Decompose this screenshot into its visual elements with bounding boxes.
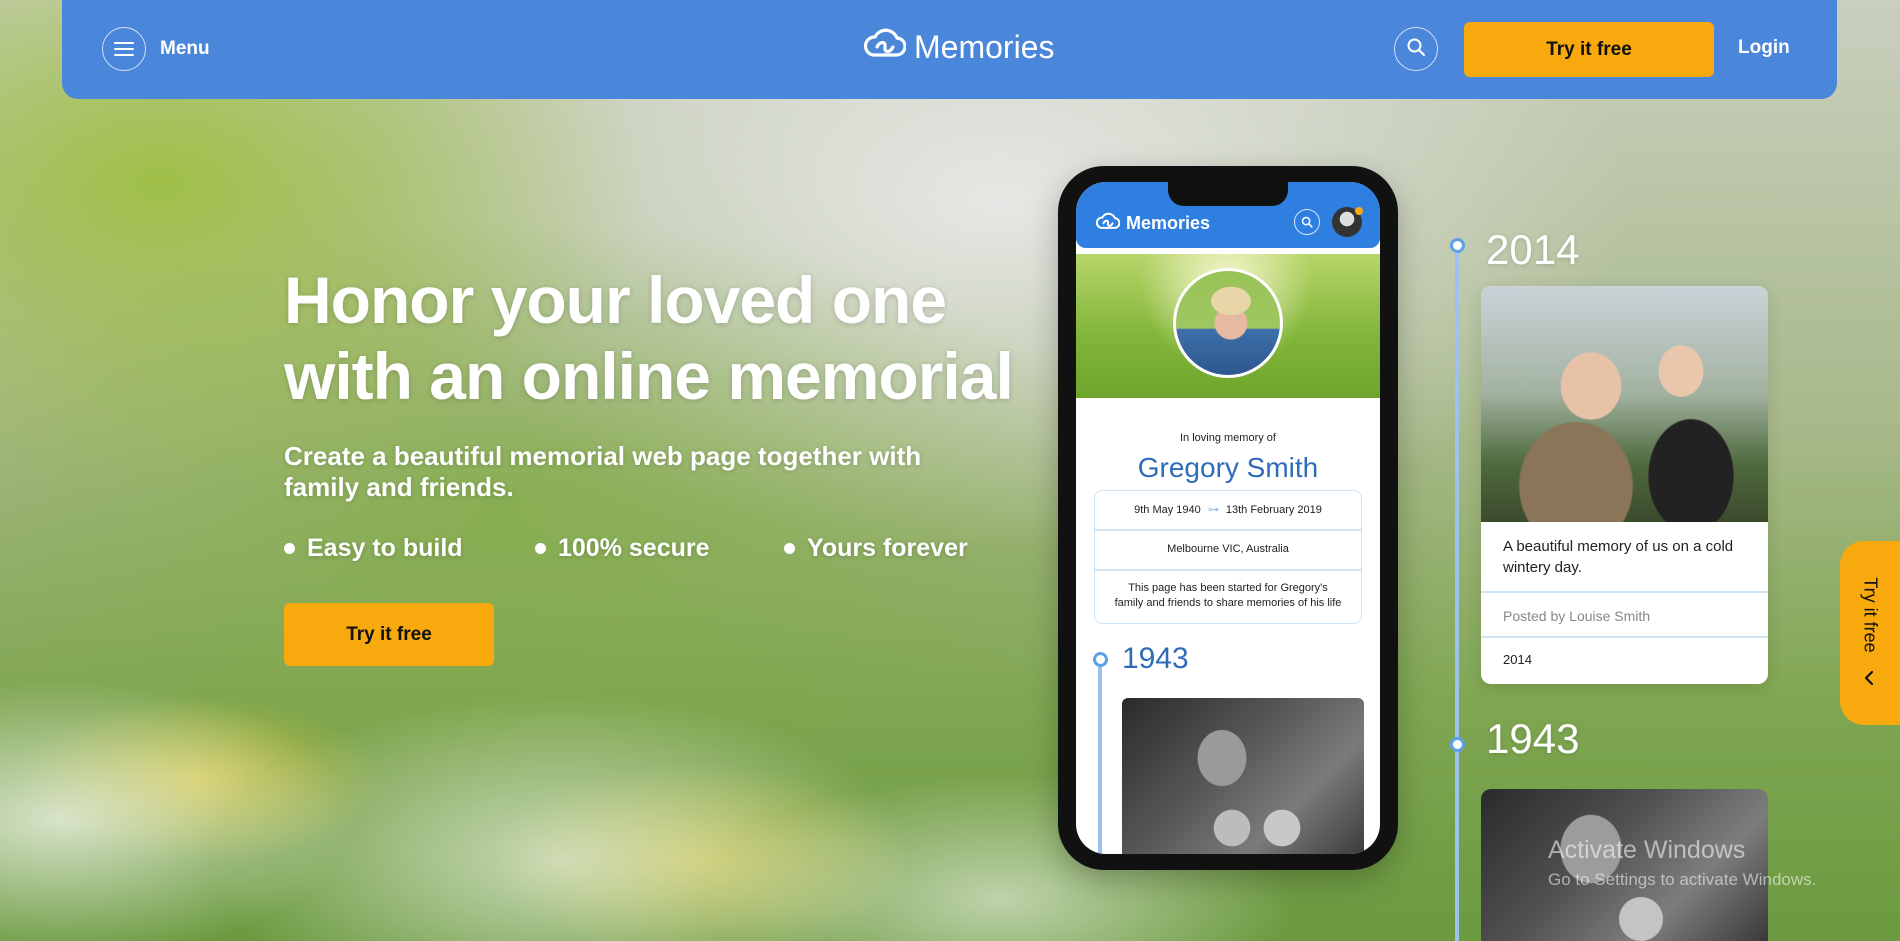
feature-label: Easy to build — [307, 534, 463, 562]
search-button[interactable] — [1394, 27, 1438, 71]
brand-logo[interactable]: Memories — [863, 28, 1055, 66]
phone-timeline-photo — [1122, 698, 1364, 854]
phone-mockup: Memories In loving memory of Gregory Smi… — [1058, 166, 1398, 870]
hero-subheadline: Create a beautiful memorial web page tog… — [284, 441, 922, 502]
in-memory-label: In loving memory of — [1180, 432, 1276, 444]
memory-posted-by: Posted by Louise Smith — [1503, 608, 1651, 624]
cloud-logo-icon — [1095, 212, 1121, 235]
phone-timeline-line — [1098, 660, 1102, 854]
bullet-dot — [284, 543, 295, 554]
divider — [1481, 636, 1768, 638]
timeline-dot — [1450, 238, 1465, 253]
cloud-logo-icon — [863, 28, 907, 66]
bullet-dot — [535, 543, 546, 554]
top-nav: Menu Memories Try it free Login — [62, 0, 1837, 99]
brand-name: Memories — [914, 28, 1055, 65]
hero-headline: Honor your loved one with an online memo… — [284, 262, 1044, 414]
menu-icon — [102, 27, 146, 71]
login-link[interactable]: Login — [1738, 37, 1790, 59]
memory-card[interactable]: A beautiful memory of us on a cold winte… — [1481, 286, 1768, 684]
born-date: 9th May 1940 — [1134, 504, 1201, 516]
headline-line-2: with an online memorial — [284, 339, 1014, 413]
menu-button[interactable]: Menu — [102, 27, 210, 71]
search-icon — [1294, 209, 1320, 235]
memorial-description: This page has been started for Gregory's… — [1114, 582, 1342, 609]
notification-dot — [1355, 207, 1363, 215]
died-date: 13th February 2019 — [1225, 504, 1322, 516]
try-free-hero-button[interactable]: Try it free — [284, 603, 494, 666]
memorial-details-card: 9th May 1940 ⊶ 13th February 2019 Melbou… — [1094, 490, 1362, 624]
memory-caption: A beautiful memory of us on a cold winte… — [1503, 538, 1734, 576]
timeline-year-1943: 1943 — [1486, 715, 1580, 762]
feature-secure: 100% secure — [535, 534, 710, 563]
memorial-name: Gregory Smith — [1137, 452, 1319, 483]
phone-brand-name: Memories — [1126, 213, 1211, 233]
phone-notch — [1168, 182, 1288, 206]
memorial-portrait — [1173, 268, 1283, 378]
divider — [1095, 529, 1361, 531]
headline-line-1: Honor your loved one — [284, 263, 947, 337]
date-separator-icon: ⊶ — [1207, 504, 1219, 516]
phone-screen: Memories In loving memory of Gregory Smi… — [1076, 182, 1380, 854]
timeline-line — [1455, 244, 1459, 941]
location: Melbourne VIC, Australia — [1167, 543, 1289, 555]
try-free-side-tab[interactable]: Try it free — [1840, 541, 1900, 725]
activation-watermark-subtitle: Go to Settings to activate Windows. — [1548, 870, 1817, 889]
phone-timeline-dot — [1093, 652, 1108, 667]
timeline-dot — [1450, 737, 1465, 752]
chevron-left-icon — [1861, 669, 1879, 692]
try-free-header-button[interactable]: Try it free — [1464, 22, 1714, 77]
feature-label: 100% secure — [558, 534, 710, 562]
phone-brand: Memories — [1095, 212, 1211, 235]
search-icon — [1406, 37, 1426, 62]
memory-photo — [1481, 286, 1768, 522]
timeline-year-2014: 2014 — [1486, 226, 1580, 273]
feature-label: Yours forever — [807, 534, 968, 562]
memory-photo-1943[interactable] — [1481, 789, 1768, 941]
feature-easy: Easy to build — [284, 534, 463, 563]
side-tab-label: Try it free — [1860, 577, 1881, 653]
divider — [1481, 591, 1768, 593]
memory-year-tag: 2014 — [1503, 652, 1532, 667]
dates-row: 9th May 1940 ⊶ 13th February 2019 — [1095, 503, 1361, 516]
bullet-dot — [784, 543, 795, 554]
activation-watermark-title: Activate Windows — [1548, 836, 1746, 864]
feature-forever: Yours forever — [784, 534, 968, 563]
phone-timeline-year: 1943 — [1122, 642, 1189, 675]
divider — [1095, 569, 1361, 571]
menu-label: Menu — [160, 38, 210, 59]
